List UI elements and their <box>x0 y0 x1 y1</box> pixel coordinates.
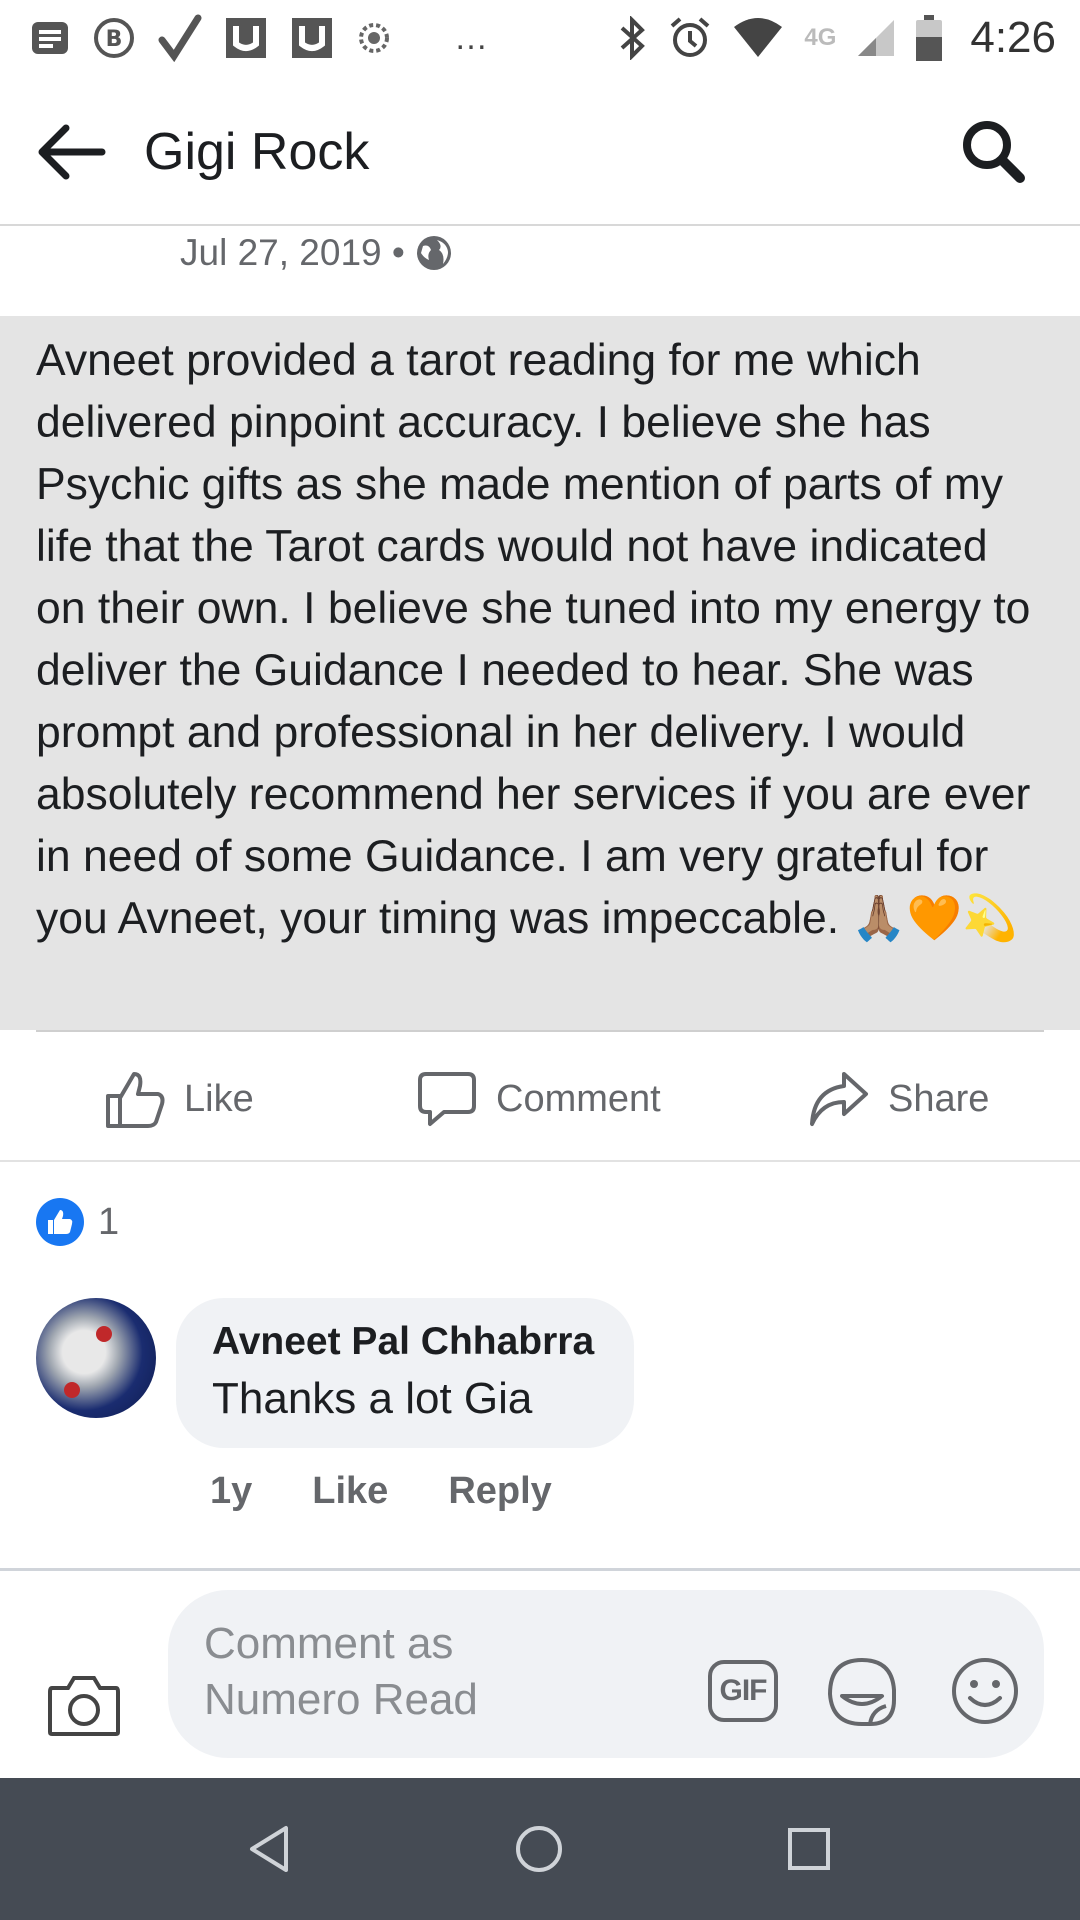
comment-reply-button[interactable]: Reply <box>448 1470 551 1513</box>
post-text: Avneet provided a tarot reading for me w… <box>36 336 1031 943</box>
share-button[interactable]: Share <box>808 1068 989 1130</box>
app-bar: Gigi Rock <box>0 80 1080 226</box>
avatar[interactable] <box>36 1298 156 1418</box>
like-reaction-icon <box>36 1198 84 1246</box>
search-icon[interactable] <box>958 116 1028 186</box>
comment-like-button[interactable]: Like <box>312 1470 388 1513</box>
like-button[interactable]: Like <box>104 1068 254 1130</box>
comment-bubble[interactable]: Avneet Pal Chhabrra Thanks a lot Gia <box>176 1298 634 1448</box>
clock: 4:26 <box>970 13 1056 62</box>
check-icon <box>158 14 202 62</box>
comment-button[interactable]: Comment <box>416 1068 661 1130</box>
thumbs-up-icon <box>106 1072 165 1128</box>
like-label: Like <box>184 1077 254 1120</box>
arrow-left-icon[interactable] <box>34 122 108 182</box>
comment-meta: 1y Like Reply <box>210 1470 552 1513</box>
gif-button[interactable]: GIF <box>708 1660 778 1722</box>
emoji-icon[interactable] <box>950 1656 1020 1726</box>
b-app-icon: B <box>94 18 134 58</box>
wifi-icon <box>734 18 783 57</box>
system-nav-bar <box>0 1778 1080 1920</box>
divider <box>0 1568 1080 1571</box>
share-label: Share <box>888 1077 990 1120</box>
comment-text: Thanks a lot Gia <box>212 1374 533 1423</box>
page-title: Gigi Rock <box>144 123 370 181</box>
avatar-detail <box>64 1382 80 1398</box>
u-icon <box>226 18 266 58</box>
post-date-text: Jul 27, 2019 • <box>180 232 405 273</box>
svg-text:B: B <box>106 27 123 52</box>
u-icon <box>292 18 332 58</box>
post-actions: Like Comment Share <box>0 1032 1080 1162</box>
bluetooth-icon <box>621 16 646 60</box>
notes-icon <box>32 22 68 54</box>
share-arrow-icon <box>810 1072 868 1126</box>
status-notifications: B … <box>30 14 490 62</box>
status-system: 4G 4:26 <box>618 13 1056 63</box>
spinner-icon <box>359 23 389 53</box>
reaction-count: 1 <box>98 1200 120 1243</box>
battery-icon <box>916 15 943 61</box>
alarm-icon <box>671 17 710 57</box>
comment-author[interactable]: Avneet Pal Chhabrra <box>212 1320 598 1364</box>
signal-icon <box>858 20 895 56</box>
camera-icon[interactable] <box>46 1670 122 1738</box>
nav-back-icon[interactable] <box>244 1822 298 1876</box>
reaction-summary[interactable]: 1 <box>36 1198 119 1246</box>
comment-input-placeholder: Comment as Numero Read <box>204 1619 478 1724</box>
post-timestamp[interactable]: Jul 27, 2019 • <box>180 232 453 274</box>
nav-recent-apps-icon[interactable] <box>782 1822 836 1876</box>
comment-label: Comment <box>496 1077 661 1120</box>
comment-bubble-icon <box>418 1072 476 1126</box>
comment-time[interactable]: 1y <box>210 1470 252 1513</box>
post-body: Avneet provided a tarot reading for me w… <box>0 316 1080 1030</box>
network-type: 4G <box>804 24 837 51</box>
globe-icon <box>416 236 451 270</box>
status-bar: B … 4G 4:26 <box>0 0 1080 76</box>
sticker-icon[interactable] <box>826 1656 898 1728</box>
comment-input[interactable]: Comment as Numero Read GIF <box>168 1590 1044 1758</box>
avatar-detail <box>96 1326 112 1342</box>
overflow-indicator: … <box>454 18 490 57</box>
nav-home-icon[interactable] <box>512 1822 566 1876</box>
